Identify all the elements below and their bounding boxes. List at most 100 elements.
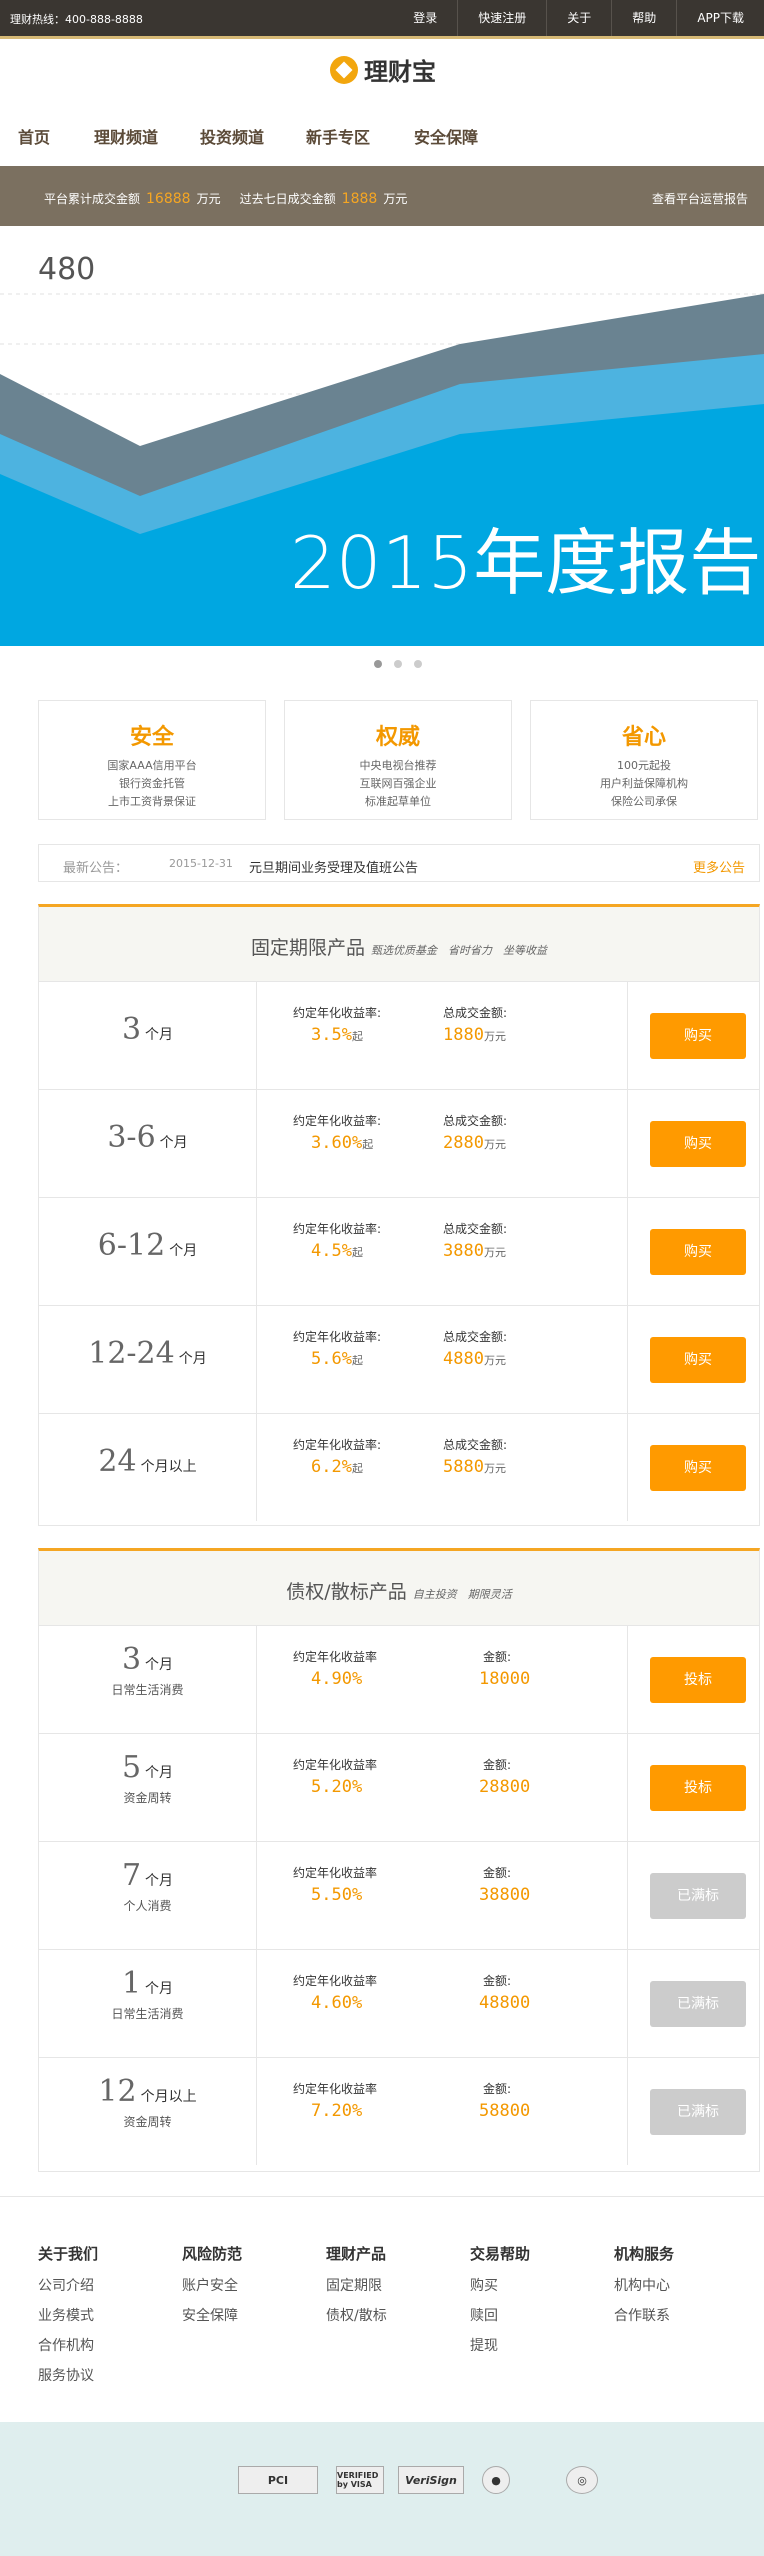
- footer-link[interactable]: 提现: [470, 2331, 530, 2361]
- term-value: 5: [121, 1750, 142, 1785]
- total-unit: 万元: [196, 192, 221, 206]
- slider-dot[interactable]: [394, 660, 402, 668]
- slider-dots: [368, 660, 428, 668]
- report-link[interactable]: 查看平台运营报告: [652, 190, 748, 207]
- footer-link[interactable]: 机构中心: [614, 2271, 674, 2301]
- main-nav: 首页 理财频道 投资频道 新手专区 安全保障: [0, 116, 764, 156]
- action-cell: 已满标: [627, 1842, 761, 1949]
- amount-label: 总成交金额:: [443, 1222, 508, 1236]
- stats-summary: 平台累计成交金额 16888 万元 过去七日成交金额 1888 万元: [44, 190, 407, 207]
- logo[interactable]: 理财宝: [330, 52, 436, 87]
- term-unit: 个月以上: [140, 1459, 197, 1475]
- amount-label: 总成交金额:: [443, 1114, 508, 1128]
- rate-suffix: 起: [351, 1030, 363, 1043]
- buy-button[interactable]: 购买: [650, 1121, 746, 1167]
- footer-heading: 风险防范: [182, 2245, 243, 2263]
- nav-item-invest[interactable]: 投资频道: [200, 124, 264, 148]
- footer-link[interactable]: 合作机构: [38, 2331, 98, 2361]
- rate-suffix: 起: [351, 1246, 363, 1259]
- buy-button[interactable]: 购买: [650, 1445, 746, 1491]
- bond-panel: 债权/散标产品 自主投资 期限灵活 3 个月 日常生活消费 约定年化收益率 4.90% 金额…: [38, 1548, 760, 2172]
- rate-value: 4.60%: [311, 1993, 363, 2013]
- amount-label: 金额:: [483, 1974, 512, 1988]
- more-notices-link[interactable]: 更多公告: [693, 857, 745, 876]
- nav-item-finance[interactable]: 理财频道: [94, 124, 158, 148]
- slider-dot[interactable]: [414, 660, 422, 668]
- panel-header: 债权/散标产品 自主投资 期限灵活: [39, 1551, 759, 1625]
- panel-title: 固定期限产品: [250, 937, 365, 959]
- term-unit: 个月: [145, 1027, 174, 1043]
- footer-link[interactable]: 购买: [470, 2271, 530, 2301]
- footer-link[interactable]: 固定期限: [326, 2271, 387, 2301]
- nav-item-security[interactable]: 安全保障: [414, 124, 478, 148]
- feature-line: 100元起投: [617, 759, 671, 772]
- buy-button[interactable]: 购买: [650, 1229, 746, 1275]
- help-link[interactable]: 帮助: [611, 0, 676, 36]
- notice-bar: 最新公告： 2015-12-31 元旦期间业务受理及值班公告 更多公告: [38, 844, 760, 882]
- hotline-text: 理财热线：400-888-8888: [10, 13, 143, 26]
- term-cell: 1 个月 日常生活消费: [39, 1950, 257, 2057]
- banner[interactable]: 480 2015年度报告: [0, 234, 764, 646]
- rate-cell: 约定年化收益率 5.50%: [293, 1864, 423, 1905]
- footer-link[interactable]: 合作联系: [614, 2301, 674, 2331]
- seal-badge-icon: ●: [482, 2466, 510, 2494]
- banner-title: 2015年度报告: [290, 521, 762, 605]
- bid-button[interactable]: 投标: [650, 1765, 746, 1811]
- feature-title: 安全: [129, 725, 174, 750]
- action-cell: 投标: [627, 1626, 761, 1733]
- features: 安全 国家AAA信用平台 银行资金托管 上市工资背景保证 权威 中央电视台推荐 …: [38, 700, 764, 824]
- footer-link[interactable]: 账户安全: [182, 2271, 242, 2301]
- feature-desc: 国家AAA信用平台 银行资金托管 上市工资背景保证: [39, 757, 265, 811]
- term-unit: 个月: [145, 1873, 174, 1889]
- rate-label: 约定年化收益率:: [293, 1330, 382, 1344]
- shield-badge-icon: ◎: [566, 2466, 598, 2494]
- footer-link[interactable]: 服务协议: [38, 2361, 98, 2391]
- about-link[interactable]: 关于: [546, 0, 611, 36]
- rate-suffix: 起: [351, 1462, 363, 1475]
- nav-item-home[interactable]: 首页: [18, 124, 50, 148]
- login-link[interactable]: 登录: [393, 0, 457, 36]
- slider-dot[interactable]: [374, 660, 382, 668]
- term-value: 24: [98, 1444, 137, 1479]
- term-value: 3: [121, 1012, 142, 1047]
- amount-value: 48800: [479, 1993, 531, 2013]
- rate-cell: 约定年化收益率: 6.2%起: [293, 1436, 423, 1477]
- app-download-link[interactable]: APP下载: [676, 0, 764, 36]
- footer-heading: 交易帮助: [470, 2245, 531, 2263]
- notice-link[interactable]: 元旦期间业务受理及值班公告: [249, 857, 418, 876]
- total-label: 平台累计成交金额: [44, 192, 141, 206]
- product-row: 12-24 个月 约定年化收益率: 5.6%起 总成交金额: 4880万元 购买: [39, 1305, 759, 1413]
- term-value: 12-24: [88, 1336, 175, 1371]
- fixed-term-panel: 固定期限产品 甄选优质基金 省时省力 坐等收益 3 个月 约定年化收益率: 3.5%起总…: [38, 904, 760, 1526]
- footer-link[interactable]: 债权/散标: [326, 2301, 387, 2331]
- amount-cell: 金额: 58800: [443, 2080, 593, 2121]
- bid-button[interactable]: 投标: [650, 1657, 746, 1703]
- feature-card-ease: 省心 100元起投 用户利益保障机构 保险公司承保: [530, 700, 758, 820]
- buy-button[interactable]: 购买: [650, 1013, 746, 1059]
- footer-link[interactable]: 安全保障: [182, 2301, 242, 2331]
- footer-heading: 理财产品: [326, 2245, 387, 2263]
- amount-value: 1880万元: [443, 1025, 506, 1045]
- register-link[interactable]: 快速注册: [457, 0, 546, 36]
- term-unit: 个月: [159, 1135, 188, 1151]
- term-cell: 5 个月 资金周转: [39, 1734, 257, 1841]
- buy-button[interactable]: 购买: [650, 1337, 746, 1383]
- full-button: 已满标: [650, 1981, 746, 2027]
- term-cell: 6-12 个月: [39, 1198, 257, 1305]
- loan-purpose: 个人消费: [123, 1899, 172, 1913]
- feature-line: 标准起草单位: [365, 795, 431, 808]
- footer-link[interactable]: 业务模式: [38, 2301, 98, 2331]
- amount-label: 总成交金额:: [443, 1006, 508, 1020]
- term-cell: 12-24 个月: [39, 1306, 257, 1413]
- rate-value: 4.5%起: [311, 1241, 363, 1261]
- footer-link[interactable]: 公司介绍: [38, 2271, 98, 2301]
- rate-value: 5.6%起: [311, 1349, 363, 1369]
- amount-value: 58800: [479, 2101, 531, 2121]
- amount-value: 3880万元: [443, 1241, 506, 1261]
- banner-number: 480: [38, 252, 96, 287]
- footer-link[interactable]: 赎回: [470, 2301, 530, 2331]
- nav-item-newbie[interactable]: 新手专区: [306, 124, 370, 148]
- panel-header: 固定期限产品 甄选优质基金 省时省力 坐等收益: [39, 907, 759, 981]
- rate-cell: 约定年化收益率: 4.5%起: [293, 1220, 423, 1261]
- footer-col-help: 交易帮助 购买 赎回 提现: [470, 2239, 530, 2361]
